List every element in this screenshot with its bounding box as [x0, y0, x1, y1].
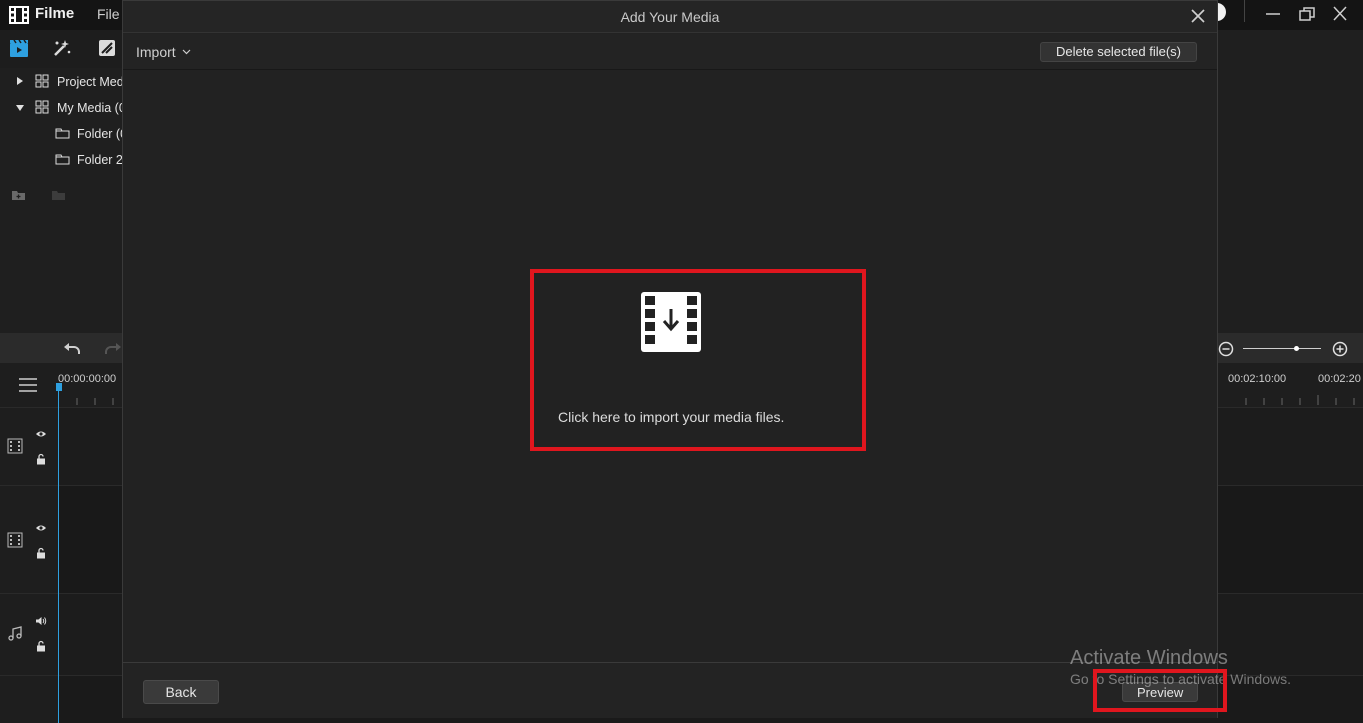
eye-icon[interactable] — [35, 523, 47, 533]
right-panel — [1217, 30, 1363, 333]
delete-folder-icon[interactable] — [51, 189, 66, 201]
delete-selected-button[interactable]: Delete selected file(s) — [1040, 42, 1197, 62]
collapse-arrow-icon[interactable] — [15, 104, 25, 112]
tree-item-label: Folder 2 — [77, 153, 123, 167]
back-button[interactable]: Back — [143, 680, 219, 704]
playhead-handle[interactable] — [56, 383, 62, 391]
grid-icon — [35, 74, 49, 88]
import-label: Import — [136, 44, 176, 60]
media-clapper-icon[interactable] — [9, 38, 29, 58]
new-folder-icon[interactable] — [11, 189, 26, 201]
tree-item-project-media[interactable]: Project Med — [0, 70, 124, 94]
minimize-icon[interactable] — [1262, 4, 1284, 24]
zoom-slider[interactable] — [1243, 348, 1321, 349]
grid-icon — [35, 100, 49, 114]
track-header — [0, 676, 58, 723]
music-note-icon — [8, 626, 22, 641]
tree-item-folder[interactable]: Folder (0 — [0, 122, 127, 146]
filme-logo-icon — [9, 6, 29, 24]
preview-highlight-box — [1093, 669, 1227, 712]
close-icon[interactable] — [1189, 7, 1207, 25]
expand-arrow-icon[interactable] — [16, 76, 24, 86]
zoom-out-icon[interactable] — [1218, 341, 1234, 357]
speaker-icon[interactable] — [35, 616, 47, 626]
chevron-down-icon — [182, 49, 191, 55]
ruler-time-label: 00:02:20 — [1318, 373, 1361, 385]
ruler-time-start: 00:00:00:00 — [58, 373, 117, 385]
film-track-icon — [7, 438, 23, 454]
dialog-footer: Back Preview — [123, 662, 1217, 718]
zoom-in-icon[interactable] — [1332, 341, 1348, 357]
folder-icon — [55, 128, 70, 139]
dialog-titlebar: Add Your Media — [123, 1, 1217, 33]
import-dropzone[interactable]: Click here to import your media files. — [530, 269, 866, 451]
activation-watermark-title: Activate Windows — [1070, 647, 1228, 669]
dialog-toolbar: Import Delete selected file(s) — [123, 34, 1217, 70]
eye-icon[interactable] — [35, 429, 47, 439]
lock-icon[interactable] — [35, 453, 47, 465]
media-tree-panel: Project Med My Media (0 Folder (0 Folder… — [0, 68, 127, 333]
lock-icon[interactable] — [35, 640, 47, 652]
divider — [1244, 0, 1245, 22]
menu-file[interactable]: File — [97, 6, 120, 22]
track-header — [0, 408, 58, 485]
zoom-slider-handle[interactable] — [1294, 346, 1299, 351]
effects-wand-icon[interactable] — [52, 38, 72, 58]
app-name: Filme — [35, 5, 75, 22]
film-track-icon — [7, 532, 23, 548]
media-toolbar — [0, 30, 122, 68]
playhead[interactable] — [58, 385, 59, 723]
restore-icon[interactable] — [1296, 4, 1318, 24]
track-header — [0, 594, 58, 675]
undo-icon[interactable] — [63, 340, 81, 356]
tree-item-folder-2[interactable]: Folder 2 — [0, 148, 123, 172]
lock-icon[interactable] — [35, 547, 47, 559]
tree-item-label: Project Med — [57, 75, 124, 89]
tree-item-label: Folder (0 — [77, 127, 128, 141]
ruler-time-label: 00:02:10:00 — [1228, 373, 1287, 385]
dialog-title: Add Your Media — [620, 9, 720, 25]
tree-item-label: My Media (0 — [57, 101, 126, 115]
close-icon[interactable] — [1329, 4, 1351, 24]
film-import-icon — [641, 292, 701, 352]
import-dropdown[interactable]: Import — [136, 44, 191, 60]
folder-icon — [55, 154, 70, 165]
tree-item-my-media[interactable]: My Media (0 — [0, 96, 126, 120]
track-header — [0, 486, 58, 593]
menu-icon[interactable] — [18, 377, 38, 393]
redo-icon[interactable] — [104, 340, 122, 356]
dropzone-text: Click here to import your media files. — [558, 409, 785, 425]
transition-icon[interactable] — [97, 38, 117, 58]
